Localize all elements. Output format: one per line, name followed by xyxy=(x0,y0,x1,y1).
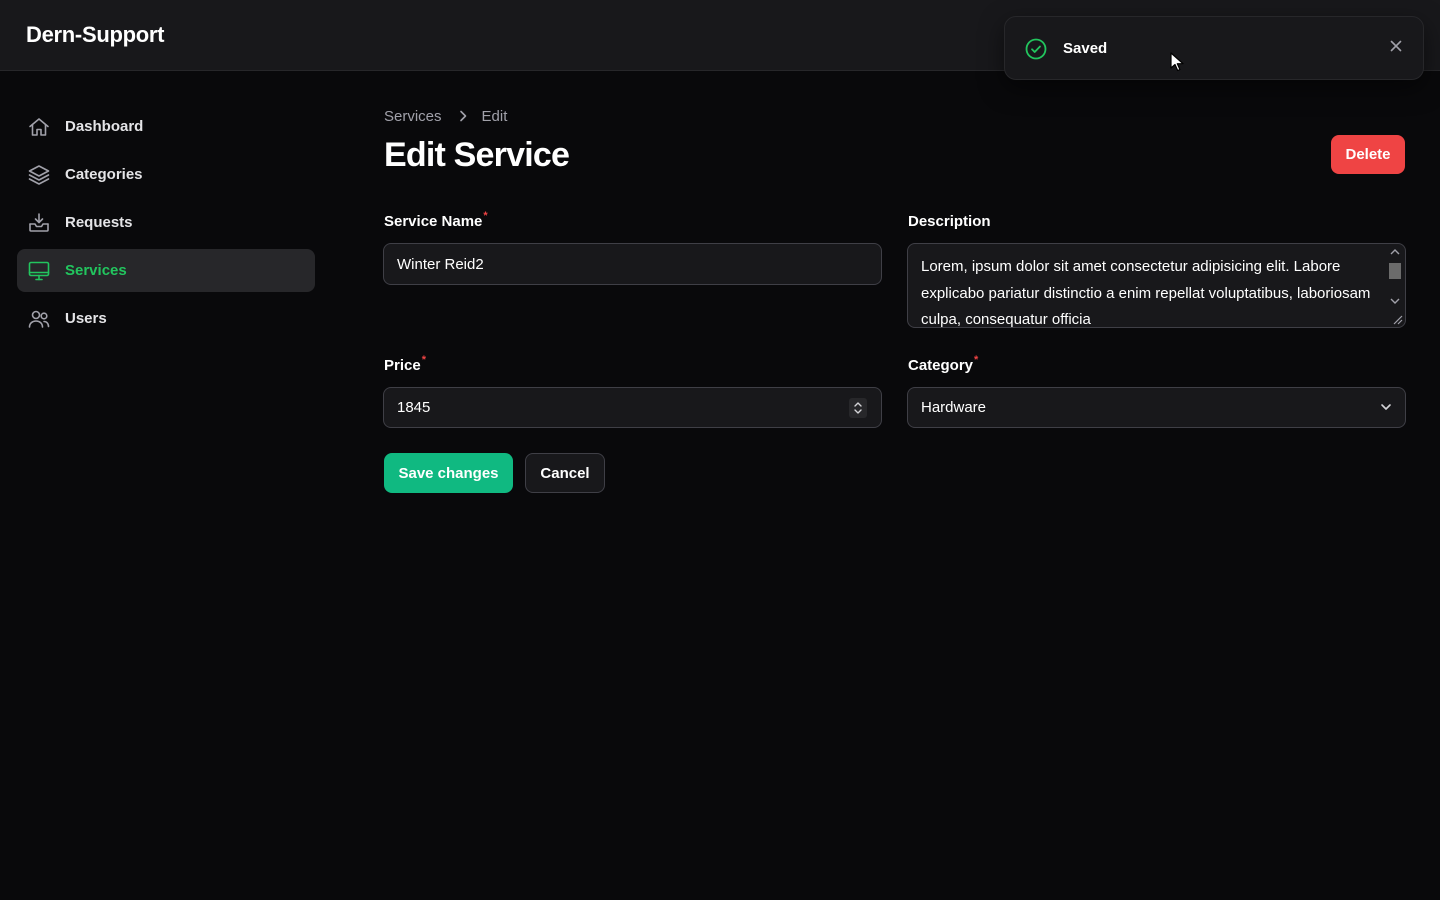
service-name-input[interactable]: Winter Reid2 xyxy=(383,243,882,285)
sidebar-item-label: Dashboard xyxy=(65,118,144,135)
sidebar-item-label: Requests xyxy=(65,214,133,231)
home-icon xyxy=(27,115,51,139)
sidebar-item-label: Users xyxy=(65,310,107,327)
service-name-label: Service Name* xyxy=(384,210,488,230)
category-select[interactable]: Hardware xyxy=(907,387,1406,428)
required-mark: * xyxy=(974,354,979,366)
scroll-down-icon[interactable] xyxy=(1390,298,1400,305)
layers-icon xyxy=(27,163,51,187)
close-icon[interactable] xyxy=(1389,39,1403,58)
sidebar-item-users[interactable]: Users xyxy=(17,297,315,340)
monitor-icon xyxy=(27,259,51,283)
check-circle-icon xyxy=(1024,37,1048,66)
description-label: Description xyxy=(908,213,991,230)
description-textarea[interactable]: Lorem, ipsum dolor sit amet consectetur … xyxy=(907,243,1406,328)
sidebar-item-dashboard[interactable]: Dashboard xyxy=(17,105,315,148)
brand-logo[interactable]: Dern-Support xyxy=(26,22,164,48)
stepper-icon xyxy=(854,402,862,414)
sidebar-item-label: Categories xyxy=(65,166,143,183)
price-input[interactable]: 1845 xyxy=(383,387,882,428)
save-button[interactable]: Save changes xyxy=(384,453,513,493)
breadcrumb-current: Edit xyxy=(481,107,508,125)
inbox-icon xyxy=(27,211,51,235)
resize-handle-icon[interactable] xyxy=(1392,314,1403,325)
sidebar-item-label: Services xyxy=(65,262,127,279)
sidebar-item-requests[interactable]: Requests xyxy=(17,201,315,244)
required-mark: * xyxy=(483,210,488,222)
scroll-thumb[interactable] xyxy=(1389,263,1401,279)
sidebar-item-categories[interactable]: Categories xyxy=(17,153,315,196)
description-text: Lorem, ipsum dolor sit amet consectetur … xyxy=(921,258,1371,328)
description-scrollbar[interactable] xyxy=(1385,244,1405,327)
sidebar: Dashboard Categories Requests Services U… xyxy=(0,71,334,900)
delete-button[interactable]: Delete xyxy=(1331,135,1405,174)
sidebar-item-services[interactable]: Services xyxy=(17,249,315,292)
price-value: 1845 xyxy=(397,399,431,416)
chevron-right-icon xyxy=(458,110,468,122)
chevron-down-icon xyxy=(1379,400,1393,418)
scroll-up-icon[interactable] xyxy=(1390,248,1400,255)
category-label: Category* xyxy=(908,354,979,374)
category-value: Hardware xyxy=(921,399,987,416)
breadcrumb: Services Edit xyxy=(384,106,507,126)
mouse-cursor-icon xyxy=(1170,52,1184,77)
price-stepper[interactable] xyxy=(849,398,867,418)
price-label: Price* xyxy=(384,354,426,374)
users-icon xyxy=(27,307,51,331)
page-title: Edit Service xyxy=(384,136,570,174)
toast-notification: Saved xyxy=(1004,16,1424,80)
toast-message: Saved xyxy=(1063,40,1108,57)
breadcrumb-link-services[interactable]: Services xyxy=(384,108,442,125)
cancel-button[interactable]: Cancel xyxy=(525,453,605,493)
required-mark: * xyxy=(421,354,426,366)
